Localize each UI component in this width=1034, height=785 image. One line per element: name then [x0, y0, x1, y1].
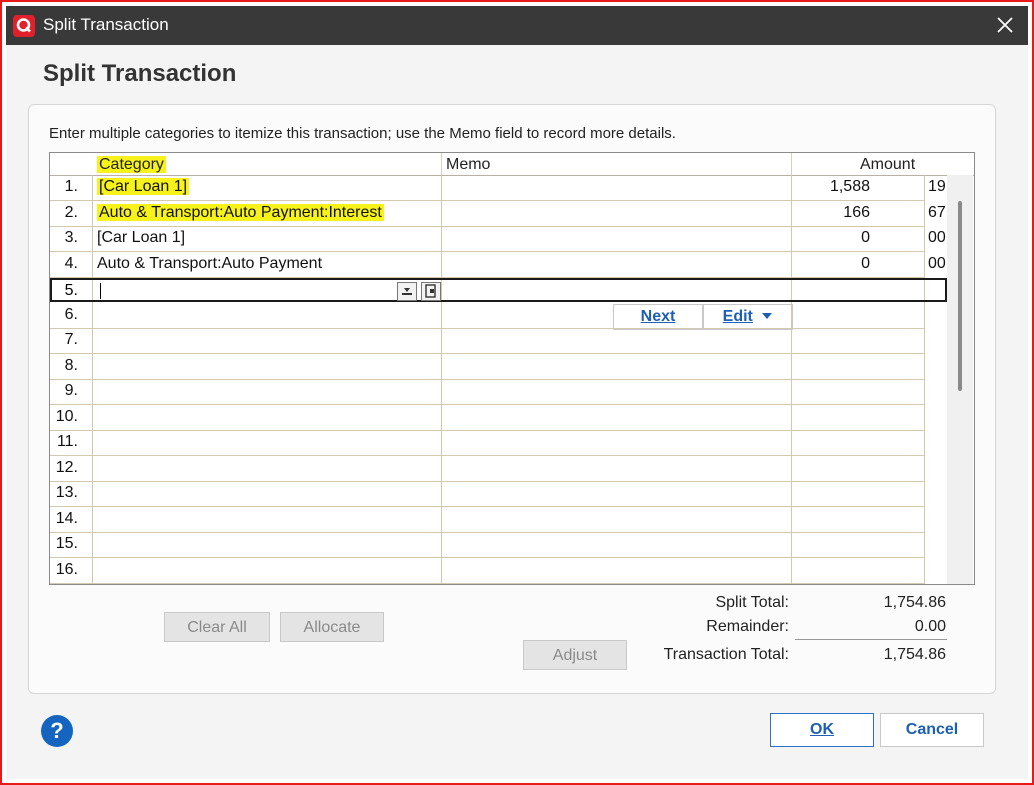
- category-report-icon[interactable]: [421, 282, 441, 301]
- scroll-thumb[interactable]: [958, 201, 962, 391]
- page-title: Split Transaction: [43, 60, 237, 87]
- row-number: 15.: [55, 535, 78, 552]
- row-cents: 00: [928, 254, 946, 272]
- close-icon[interactable]: [994, 14, 1016, 36]
- split-total-value: 1,754.86: [883, 594, 946, 611]
- active-entry-row[interactable]: 5.: [50, 278, 947, 302]
- cancel-button[interactable]: Cancel: [880, 713, 984, 747]
- row-number: 11.: [56, 433, 78, 450]
- row-number: 9.: [64, 382, 78, 399]
- split-total-label: Split Total:: [715, 594, 789, 611]
- row-amount[interactable]: 166: [843, 204, 870, 222]
- table-row[interactable]: 11.: [50, 430, 924, 456]
- transaction-total-label: Transaction Total:: [663, 646, 789, 663]
- column-divider: [92, 175, 93, 584]
- instructions-text: Enter multiple categories to itemize thi…: [49, 125, 676, 142]
- row-amount[interactable]: 0: [861, 229, 870, 247]
- cancel-label: Cancel: [905, 721, 959, 738]
- table-row[interactable]: 9.: [50, 379, 924, 405]
- row-number: 5.: [64, 282, 78, 299]
- adjust-button[interactable]: Adjust: [523, 640, 627, 670]
- clear-all-label: Clear All: [187, 619, 247, 636]
- row-number: 12.: [55, 458, 78, 476]
- table-row[interactable]: 1. [Car Loan 1] 1,588 19: [50, 175, 946, 201]
- column-divider: [924, 175, 925, 584]
- table-row[interactable]: 13.: [50, 481, 924, 507]
- text-caret: [100, 283, 101, 299]
- row-number: 7.: [64, 331, 78, 348]
- row-number: 6.: [64, 305, 78, 323]
- allocate-button[interactable]: Allocate: [280, 612, 384, 642]
- table-row[interactable]: 4. Auto & Transport:Auto Payment 0 00: [50, 252, 946, 278]
- table-row[interactable]: 7.: [50, 328, 924, 354]
- row-number: 8.: [64, 356, 78, 374]
- row-number: 10.: [55, 407, 78, 425]
- row-category[interactable]: Auto & Transport:Auto Payment:Interest: [97, 203, 384, 222]
- chevron-down-icon: [762, 313, 773, 319]
- table-row[interactable]: 14.: [50, 507, 924, 533]
- totals-divider: [795, 639, 947, 640]
- allocate-label: Allocate: [303, 619, 361, 636]
- table-row[interactable]: 3. [Car Loan 1] 0 00: [50, 226, 946, 252]
- column-divider: [441, 280, 442, 300]
- remainder-value: 0.00: [914, 618, 946, 635]
- remainder-label: Remainder:: [706, 618, 789, 635]
- window-title: Split Transaction: [43, 15, 169, 34]
- column-header-memo[interactable]: Memo: [446, 156, 490, 174]
- title-bar: Split Transaction: [6, 6, 1028, 45]
- row-category[interactable]: [Car Loan 1]: [97, 178, 190, 196]
- column-header-amount[interactable]: Amount: [860, 156, 915, 174]
- ok-button[interactable]: OK: [770, 713, 874, 747]
- column-divider: [791, 175, 792, 584]
- table-row[interactable]: 15.: [50, 532, 924, 558]
- category-text: Auto & Transport:Auto Payment:Interest: [97, 203, 384, 221]
- column-divider: [791, 280, 792, 300]
- header-separator: [791, 153, 792, 175]
- row-number: 13.: [55, 484, 78, 501]
- edit-menu-button[interactable]: Edit: [703, 304, 793, 330]
- row-number: 1.: [64, 178, 78, 195]
- split-panel: Enter multiple categories to itemize thi…: [28, 104, 996, 694]
- grid-header: Category Memo Amount: [50, 153, 974, 176]
- row-number: 2.: [64, 203, 78, 221]
- column-divider: [924, 280, 925, 300]
- column-header-category[interactable]: Category: [97, 156, 166, 174]
- row-amount[interactable]: 1,588: [830, 178, 870, 196]
- header-separator: [441, 153, 442, 175]
- ok-label: OK: [810, 721, 834, 738]
- table-row[interactable]: 10.: [50, 405, 924, 431]
- table-row[interactable]: 2. Auto & Transport:Auto Payment:Interest…: [50, 201, 946, 227]
- split-grid: Category Memo Amount 1. [Car Loan 1] 1,588…: [49, 152, 975, 585]
- adjust-label: Adjust: [552, 647, 598, 664]
- row-category[interactable]: Auto & Transport:Auto Payment: [97, 255, 322, 273]
- row-number: 16.: [55, 560, 78, 578]
- category-text: Auto & Transport:Auto Payment: [97, 254, 323, 272]
- row-cents: 67: [928, 203, 946, 221]
- row-category[interactable]: [Car Loan 1]: [97, 229, 185, 247]
- table-row[interactable]: 16.: [50, 558, 924, 584]
- dialog-body: Split Transaction Enter multiple categor…: [6, 45, 1028, 779]
- category-text: [Car Loan 1]: [97, 229, 186, 246]
- row-amount[interactable]: 0: [861, 255, 870, 273]
- row-cents: 19: [928, 178, 946, 195]
- grid-scrollbar[interactable]: [947, 175, 973, 584]
- quicken-logo-icon: [13, 15, 35, 37]
- row-number: 14.: [55, 509, 78, 527]
- table-row[interactable]: 8.: [50, 354, 924, 380]
- transaction-total-value: 1,754.86: [883, 646, 946, 663]
- clear-all-button[interactable]: Clear All: [164, 612, 270, 642]
- help-icon[interactable]: ?: [41, 715, 73, 747]
- edit-label: Edit: [722, 308, 753, 325]
- category-list-icon[interactable]: [397, 282, 417, 301]
- column-divider: [92, 280, 93, 300]
- category-text: [Car Loan 1]: [97, 178, 190, 195]
- table-row[interactable]: 12.: [50, 456, 924, 482]
- row-number: 3.: [64, 229, 78, 246]
- next-button[interactable]: Next: [613, 304, 703, 330]
- column-divider: [441, 175, 442, 584]
- row-actions: Next Edit: [613, 304, 793, 330]
- row-number: 4.: [64, 254, 78, 272]
- row-cents: 00: [928, 229, 946, 246]
